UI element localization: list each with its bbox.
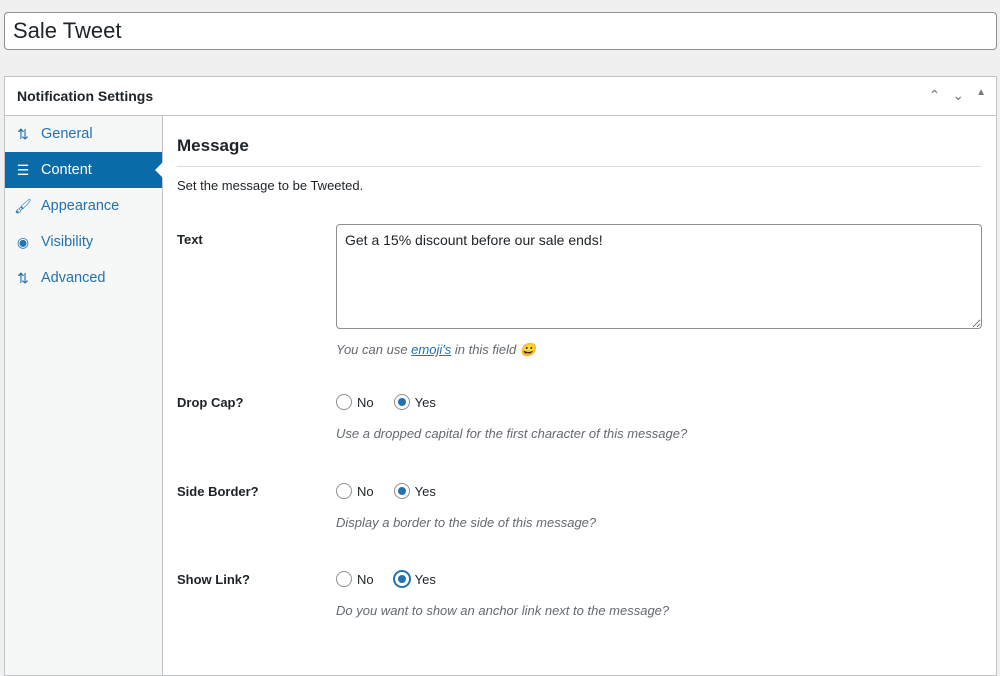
radio-yes[interactable]: Yes (393, 394, 436, 410)
field-hint: Do you want to show an anchor link next … (336, 603, 670, 618)
sidebar-item-appearance[interactable]: 🖌︎ Appearance (5, 188, 162, 224)
field-hint: Display a border to the side of this mes… (336, 515, 597, 530)
section-title: Message (177, 136, 981, 167)
field-label: Side Border? (177, 484, 259, 499)
text-label: Text (177, 232, 203, 247)
notification-settings-box: Notification Settings ⌃ ⌄ ▲ ⇅ General ☰ Co… (4, 76, 997, 676)
sidebar-item-label: General (41, 126, 93, 142)
radio-yes[interactable]: Yes (393, 571, 436, 587)
sidebar-item-label: Appearance (41, 198, 120, 214)
text-icon: ☰ (16, 161, 30, 178)
radio-yes[interactable]: Yes (393, 483, 436, 499)
main-panel: Message Set the message to be Tweeted. T… (177, 116, 982, 618)
sidebar-item-label: Advanced (41, 270, 106, 286)
section-description: Set the message to be Tweeted. (177, 178, 364, 193)
sidebar-item-visibility[interactable]: ◉ Visibility (5, 224, 162, 260)
sidebar-item-general[interactable]: ⇅ General (5, 116, 162, 152)
title-input[interactable]: Sale Tweet (4, 12, 997, 50)
field-label: Drop Cap? (177, 395, 244, 410)
chevron-down-icon[interactable]: ⌄ (952, 87, 964, 104)
field-hint: Use a dropped capital for the first char… (336, 426, 688, 441)
brush-icon: 🖌︎ (14, 197, 32, 214)
box-header: Notification Settings (5, 77, 996, 116)
field-label: Show Link? (177, 572, 250, 587)
sliders-icon: ⇅ (17, 269, 29, 286)
emoji-link[interactable]: emoji's (411, 342, 451, 357)
sidebar: ⇅ General ☰ Content 🖌︎ Appearance ◉ Visibili… (5, 116, 163, 675)
sliders-icon: ⇅ (17, 125, 29, 142)
sidebar-item-label: Content (41, 162, 92, 178)
sidebar-item-content[interactable]: ☰ Content (5, 152, 163, 188)
radio-no[interactable]: No (336, 571, 374, 587)
eye-icon: ◉ (16, 233, 30, 250)
triangle-up-icon[interactable]: ▲ (976, 87, 986, 104)
radio-no[interactable]: No (336, 394, 374, 410)
text-hint: You can use emoji's in this field 😀 (336, 342, 537, 357)
radio-no[interactable]: No (336, 483, 374, 499)
box-title: Notification Settings (17, 88, 154, 104)
sidebar-item-label: Visibility (41, 234, 94, 250)
chevron-up-icon[interactable]: ⌃ (929, 87, 941, 104)
text-textarea[interactable]: Get a 15% discount before our sale ends! (336, 224, 982, 329)
sidebar-item-advanced[interactable]: ⇅ Advanced (5, 260, 162, 296)
